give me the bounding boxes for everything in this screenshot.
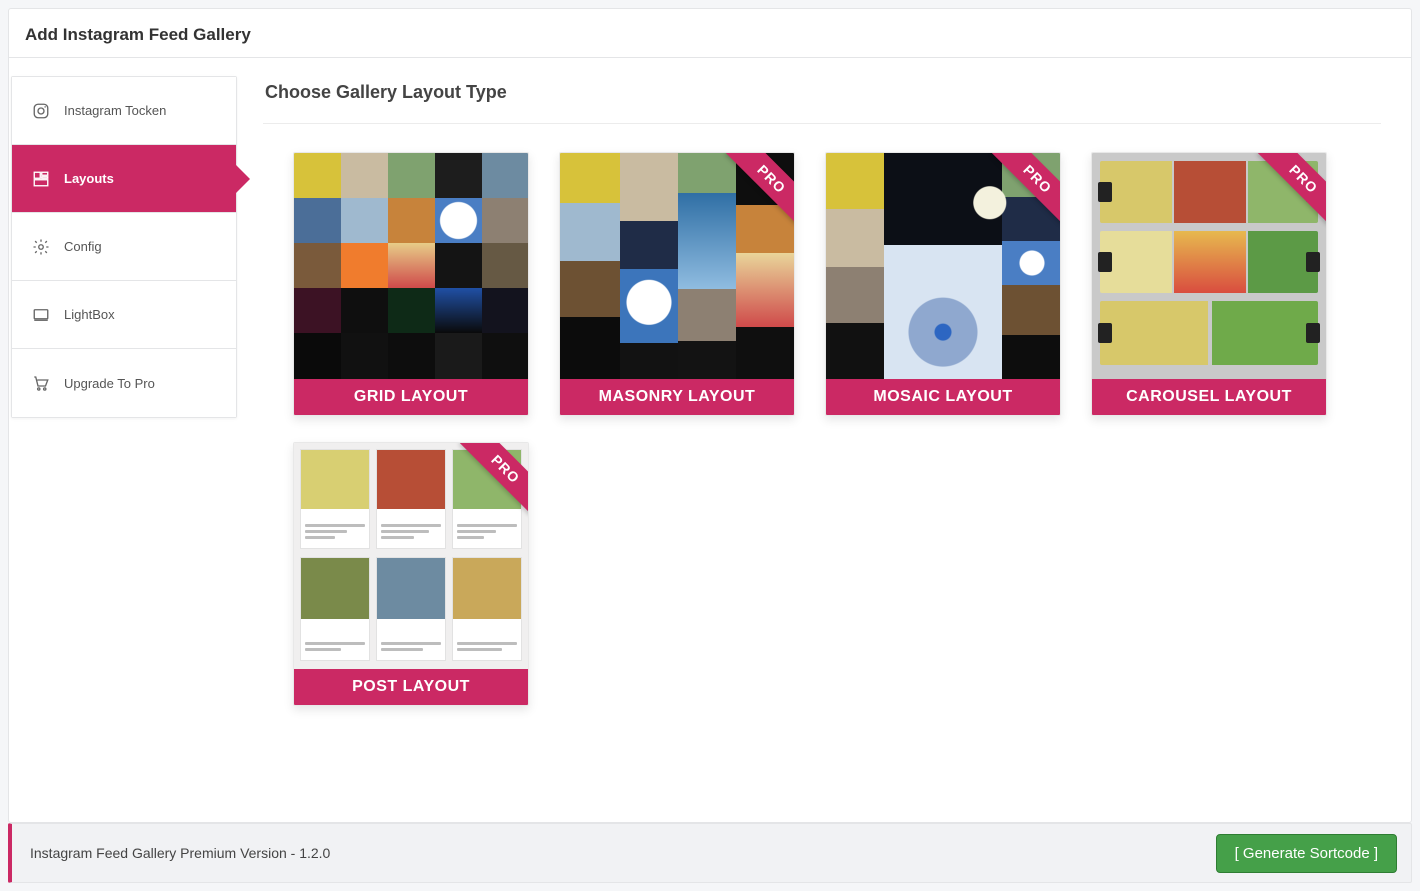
- sidebar-item-label: Upgrade To Pro: [64, 376, 155, 391]
- section-title: Choose Gallery Layout Type: [265, 82, 1381, 103]
- layout-option-post[interactable]: PRO POST LAYOUT: [293, 442, 529, 706]
- instagram-icon: [32, 102, 50, 120]
- layout-caption: MASONRY LAYOUT: [560, 379, 794, 415]
- page-body: Instagram Tocken Layouts Config: [9, 58, 1411, 822]
- app-root: Add Instagram Feed Gallery Instagram Toc…: [0, 0, 1420, 891]
- generate-shortcode-button[interactable]: [ Generate Sortcode ]: [1216, 834, 1397, 873]
- layout-caption: GRID LAYOUT: [294, 379, 528, 415]
- footer-version-text: Instagram Feed Gallery Premium Version -…: [30, 845, 330, 861]
- settings-sidebar: Instagram Tocken Layouts Config: [11, 76, 237, 418]
- divider: [263, 123, 1381, 124]
- sidebar-item-label: Layouts: [64, 171, 114, 186]
- layouts-panel: Choose Gallery Layout Type GRID LAYOUT: [237, 76, 1411, 804]
- sidebar-item-config[interactable]: Config: [12, 213, 236, 281]
- layout-caption: MOSAIC LAYOUT: [826, 379, 1060, 415]
- sidebar-item-label: LightBox: [64, 307, 115, 322]
- sidebar-item-lightbox[interactable]: LightBox: [12, 281, 236, 349]
- layout-thumb-grid: [294, 153, 528, 379]
- layout-option-carousel[interactable]: PRO CAROUSEL LAYOUT: [1091, 152, 1327, 416]
- page-card: Add Instagram Feed Gallery Instagram Toc…: [8, 8, 1412, 823]
- layout-grid: GRID LAYOUT PRO MASONRY LAYOUT: [263, 152, 1381, 706]
- sidebar-item-label: Instagram Tocken: [64, 103, 166, 118]
- layout-thumb-masonry: [560, 153, 794, 379]
- layout-thumb-post: [294, 443, 528, 669]
- layout-thumb-mosaic: [826, 153, 1060, 379]
- page-title: Add Instagram Feed Gallery: [9, 9, 1411, 58]
- layout-option-grid[interactable]: GRID LAYOUT: [293, 152, 529, 416]
- layout-caption: POST LAYOUT: [294, 669, 528, 705]
- layout-caption: CAROUSEL LAYOUT: [1092, 379, 1326, 415]
- sidebar-item-label: Config: [64, 239, 102, 254]
- cart-icon: [32, 374, 50, 392]
- layout-option-mosaic[interactable]: PRO MOSAIC LAYOUT: [825, 152, 1061, 416]
- lightbox-icon: [32, 306, 50, 324]
- sidebar-item-layouts[interactable]: Layouts: [12, 145, 236, 213]
- layout-thumb-carousel: [1092, 153, 1326, 379]
- gear-icon: [32, 238, 50, 256]
- sidebar-item-instagram-token[interactable]: Instagram Tocken: [12, 77, 236, 145]
- layout-option-masonry[interactable]: PRO MASONRY LAYOUT: [559, 152, 795, 416]
- layouts-icon: [32, 170, 50, 188]
- footer-bar: Instagram Feed Gallery Premium Version -…: [8, 823, 1412, 883]
- sidebar-item-upgrade-pro[interactable]: Upgrade To Pro: [12, 349, 236, 417]
